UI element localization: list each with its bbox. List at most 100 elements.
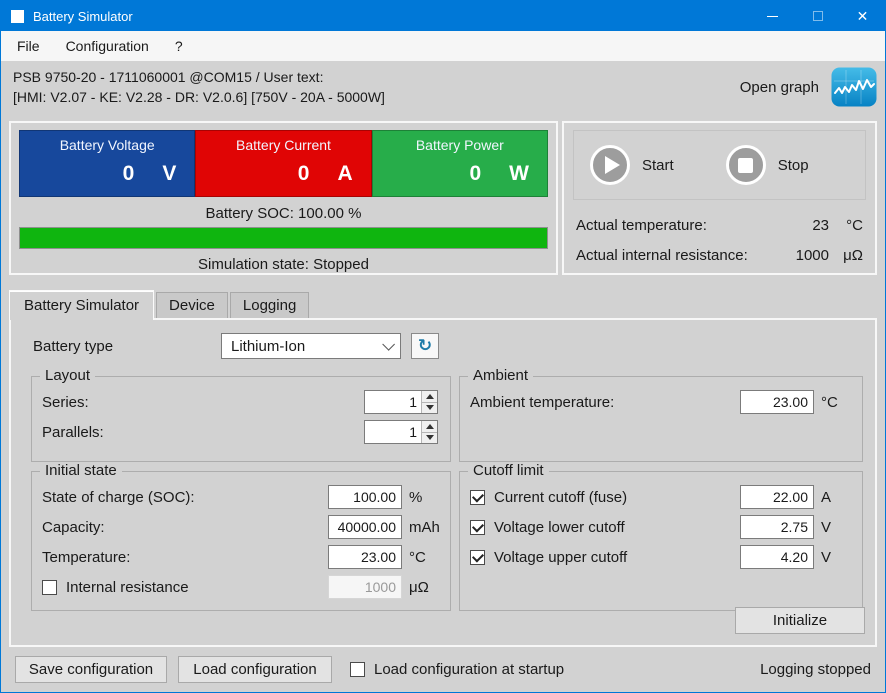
close-icon: ✕	[857, 9, 869, 23]
series-down-button[interactable]	[422, 402, 437, 414]
series-label: Series:	[42, 394, 364, 411]
current-cutoff-label: Current cutoff (fuse)	[494, 489, 740, 506]
menu-file[interactable]: File	[4, 31, 53, 61]
settings-groups: Layout Series: 1 Parallels: 1	[31, 376, 863, 611]
start-control[interactable]: Start	[590, 145, 674, 185]
internal-resistance-row: Internal resistance 1000 μΩ	[32, 572, 450, 602]
refresh-button[interactable]: ↻	[411, 333, 439, 359]
current-cutoff-row: Current cutoff (fuse) 22.00 A	[460, 482, 862, 512]
stop-control[interactable]: Stop	[726, 145, 809, 185]
device-info-bar: PSB 9750-20 - 1711060001 @COM15 / User t…	[1, 61, 885, 113]
temperature-row: Temperature: 23.00 °C	[32, 542, 450, 572]
series-up-button[interactable]	[422, 391, 437, 402]
app-icon	[11, 10, 24, 23]
ambient-temperature-label: Ambient temperature:	[470, 394, 740, 411]
battery-type-label: Battery type	[33, 338, 221, 355]
initialize-row: Initialize	[735, 607, 865, 634]
power-label: Battery Power	[373, 137, 547, 153]
parallels-label: Parallels:	[42, 424, 364, 441]
actual-temperature-unit: °C	[829, 217, 863, 234]
device-version-line: [HMI: V2.07 - KE: V2.28 - DR: V2.0.6] [7…	[13, 87, 740, 107]
voltage-lower-cutoff-checkbox[interactable]	[470, 520, 485, 535]
parallels-stepper[interactable]: 1	[364, 420, 438, 444]
soc-unit: %	[402, 489, 438, 506]
menu-help[interactable]: ?	[162, 31, 196, 61]
stop-icon	[738, 158, 753, 173]
measurement-panel: Battery Voltage 0 V Battery Current 0 A …	[9, 121, 558, 275]
voltage-upper-cutoff-label: Voltage upper cutoff	[494, 549, 740, 566]
parallels-value: 1	[365, 421, 421, 443]
power-unit: W	[509, 162, 529, 186]
voltage-upper-cutoff-unit: V	[814, 549, 850, 566]
load-at-startup-checkbox[interactable]	[350, 662, 365, 677]
capacity-field[interactable]: 40000.00	[328, 515, 402, 539]
voltage-upper-cutoff-row: Voltage upper cutoff 4.20 V	[460, 542, 862, 572]
actual-resistance-readout: Actual internal resistance: 1000 μΩ	[564, 247, 875, 264]
arrow-down-icon	[426, 435, 434, 440]
soc-row: State of charge (SOC): 100.00 %	[32, 482, 450, 512]
tab-device[interactable]: Device	[156, 292, 228, 318]
battery-type-value: Lithium-Ion	[231, 338, 382, 355]
minimize-icon	[767, 16, 778, 17]
close-button[interactable]: ✕	[840, 1, 885, 31]
graph-icon[interactable]	[831, 67, 877, 107]
actual-temperature-value: 23	[769, 217, 829, 234]
tab-battery-simulator[interactable]: Battery Simulator	[9, 290, 154, 320]
series-stepper[interactable]: 1	[364, 390, 438, 414]
power-value: 0	[469, 162, 481, 186]
current-cutoff-checkbox[interactable]	[470, 490, 485, 505]
voltage-lower-cutoff-field[interactable]: 2.75	[740, 515, 814, 539]
current-unit: A	[337, 162, 352, 186]
capacity-row: Capacity: 40000.00 mAh	[32, 512, 450, 542]
temperature-unit: °C	[402, 549, 438, 566]
logging-status-text: Logging stopped	[760, 661, 871, 678]
open-graph-control[interactable]: Open graph	[740, 67, 877, 107]
save-configuration-button[interactable]: Save configuration	[15, 656, 167, 683]
capacity-unit: mAh	[402, 519, 438, 536]
start-button[interactable]	[590, 145, 630, 185]
internal-resistance-checkbox[interactable]	[42, 580, 57, 595]
voltage-lower-cutoff-row: Voltage lower cutoff 2.75 V	[460, 512, 862, 542]
actual-resistance-label: Actual internal resistance:	[576, 247, 769, 264]
actual-resistance-unit: μΩ	[829, 247, 863, 264]
parallels-down-button[interactable]	[422, 432, 437, 444]
tab-logging[interactable]: Logging	[230, 292, 309, 318]
play-icon	[605, 156, 620, 174]
initial-state-group-title: Initial state	[40, 462, 122, 479]
stop-button[interactable]	[726, 145, 766, 185]
soc-label: State of charge (SOC):	[42, 489, 328, 506]
current-cutoff-field[interactable]: 22.00	[740, 485, 814, 509]
initialize-button[interactable]: Initialize	[735, 607, 865, 634]
ambient-temperature-row: Ambient temperature: 23.00 °C	[460, 387, 862, 417]
voltage-label: Battery Voltage	[20, 137, 194, 153]
battery-type-select[interactable]: Lithium-Ion	[221, 333, 401, 359]
temperature-field[interactable]: 23.00	[328, 545, 402, 569]
minimize-button[interactable]	[750, 1, 795, 31]
battery-soc-label: Battery SOC: 100.00 %	[11, 205, 556, 222]
arrow-up-icon	[426, 394, 434, 399]
current-label: Battery Current	[196, 137, 370, 153]
device-info-text: PSB 9750-20 - 1711060001 @COM15 / User t…	[1, 67, 740, 107]
capacity-label: Capacity:	[42, 519, 328, 536]
window-title: Battery Simulator	[33, 9, 133, 24]
startup-checkbox-control[interactable]: Load configuration at startup	[350, 661, 564, 678]
battery-simulator-tab-panel: Battery type Lithium-Ion ↻ Layout Series…	[9, 318, 877, 647]
bottom-bar: Save configuration Load configuration Lo…	[1, 647, 885, 692]
ambient-temperature-field[interactable]: 23.00	[740, 390, 814, 414]
maximize-button[interactable]	[795, 1, 840, 31]
voltage-value: 0	[123, 162, 135, 186]
load-configuration-button[interactable]: Load configuration	[178, 656, 332, 683]
internal-resistance-label: Internal resistance	[66, 579, 328, 596]
parallels-up-button[interactable]	[422, 421, 437, 432]
soc-field[interactable]: 100.00	[328, 485, 402, 509]
battery-type-row: Battery type Lithium-Ion ↻	[11, 320, 875, 359]
menu-configuration[interactable]: Configuration	[53, 31, 162, 61]
voltage-upper-cutoff-checkbox[interactable]	[470, 550, 485, 565]
voltage-upper-cutoff-field[interactable]: 4.20	[740, 545, 814, 569]
control-panel: Start Stop Actual temperature: 23 °C Act…	[562, 121, 877, 275]
parallels-row: Parallels: 1	[32, 417, 450, 447]
battery-power-meter: Battery Power 0 W	[372, 130, 548, 197]
soc-progress-fill	[20, 228, 547, 248]
soc-progress-bar	[19, 227, 548, 249]
arrow-down-icon	[426, 405, 434, 410]
